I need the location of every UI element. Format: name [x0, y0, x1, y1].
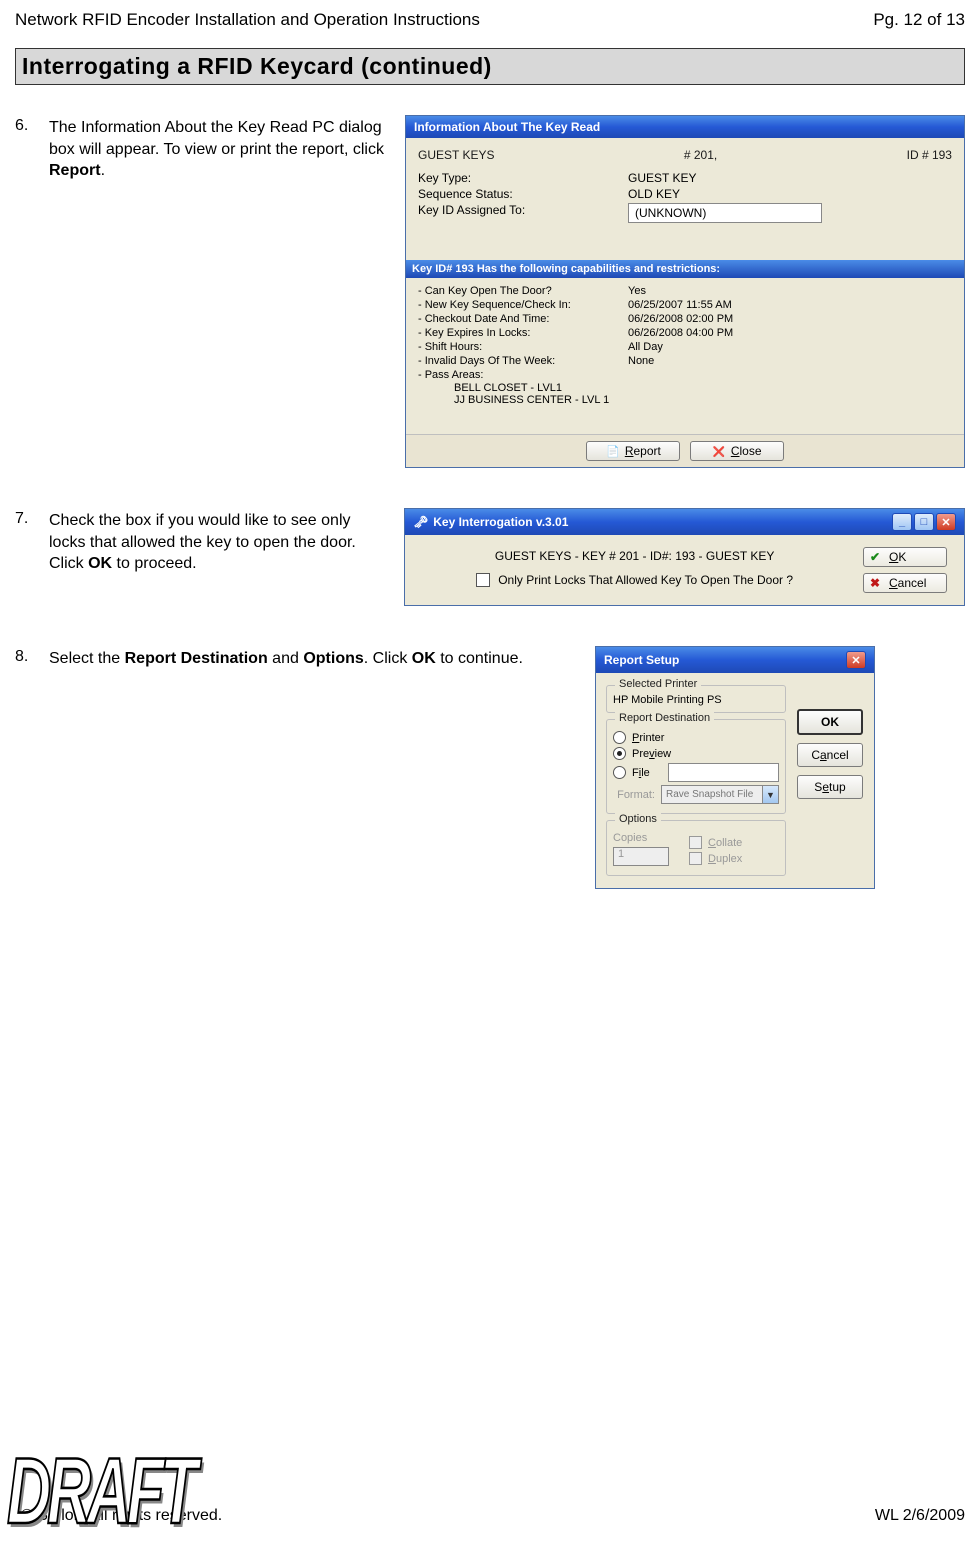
d3-ok-button[interactable]: OK [797, 709, 863, 735]
d3-copies-input[interactable]: 1 [613, 847, 669, 866]
step-8-text: Select the Report Destination and Option… [49, 646, 591, 670]
d1-assigned-label: Key ID Assigned To: [418, 203, 628, 223]
d1-passarea-2: JJ BUSINESS CENTER - LVL 1 [414, 394, 956, 406]
page-number: Pg. 12 of 13 [873, 10, 965, 30]
dialog3-title: Report Setup [604, 653, 679, 667]
d1-assigned-value: (UNKNOWN) [628, 203, 822, 223]
report-button[interactable]: RReporteport [586, 441, 680, 461]
d3-window-close[interactable]: ✕ [846, 651, 866, 669]
d2-msg1: GUEST KEYS - KEY # 201 - ID#: 193 - GUES… [419, 549, 850, 563]
d3-grp-options-legend: Options [615, 813, 661, 825]
dialog2-title: Key Interrogation v.3.01 [433, 515, 568, 529]
d1-seq-label: Sequence Status: [418, 187, 628, 201]
step-6-row: 6. The Information About the Key Read PC… [15, 115, 965, 468]
doc-title: Network RFID Encoder Installation and Op… [15, 10, 480, 30]
d1-seq-value: OLD KEY [628, 187, 680, 201]
d1-guest-keys: GUEST KEYS [418, 148, 494, 162]
step-7-number: 7. [15, 508, 49, 528]
close-icon [712, 444, 726, 458]
d3-grp-printer-legend: Selected Printer [615, 678, 701, 690]
dialog1-title: Information About The Key Read [414, 120, 600, 134]
step-6-number: 6. [15, 115, 49, 135]
x-icon [870, 576, 884, 590]
section-heading: Interrogating a RFID Keycard (continued) [15, 48, 965, 85]
d1-id-no: ID # 193 [907, 148, 952, 162]
step-7-row: 7. Check the box if you would like to se… [15, 508, 965, 606]
step-7-text: Check the box if you would like to see o… [49, 508, 400, 575]
dialog-report-setup: Report Setup ✕ Selected Printer HP Mobil… [595, 646, 875, 889]
dialog3-titlebar: Report Setup ✕ [596, 647, 874, 673]
close-button[interactable]: CloseClose [690, 441, 784, 461]
d3-cancel-button[interactable]: CancelCancel [797, 743, 863, 767]
d2-cancel-button[interactable]: CancelCancel [863, 573, 947, 593]
d3-collate-checkbox[interactable] [689, 836, 702, 849]
chevron-down-icon: ▼ [762, 786, 778, 803]
d3-setup-button[interactable]: SetupSetup [797, 775, 863, 799]
d1-keytype-value: GUEST KEY [628, 171, 696, 185]
window-close-button[interactable]: ✕ [936, 513, 956, 531]
d3-radio-printer[interactable] [613, 731, 626, 744]
dialog-info-key-read: Information About The Key Read GUEST KEY… [405, 115, 965, 468]
key-icon [413, 515, 427, 529]
maximize-button[interactable]: □ [914, 513, 934, 531]
d3-format-combo[interactable]: Rave Snapshot File▼ [661, 785, 779, 804]
d3-printer-name: HP Mobile Printing PS [613, 694, 779, 706]
d3-radio-file[interactable] [613, 766, 626, 779]
d3-duplex-checkbox[interactable] [689, 852, 702, 865]
page-footer: © Saflok. All rights reserved. WL 2/6/20… [15, 1507, 965, 1525]
d2-ok-button[interactable]: OKOK [863, 547, 947, 567]
dialog2-titlebar: Key Interrogation v.3.01 _ □ ✕ [405, 509, 964, 535]
step-8-row: 8. Select the Report Destination and Opt… [15, 646, 965, 889]
d3-radio-preview[interactable] [613, 747, 626, 760]
dialog1-titlebar: Information About The Key Read [406, 116, 964, 138]
d3-file-input[interactable] [668, 763, 779, 782]
d1-keytype-label: Key Type: [418, 171, 628, 185]
d3-grp-dest-legend: Report Destination [615, 712, 714, 724]
minimize-button[interactable]: _ [892, 513, 912, 531]
report-icon [606, 444, 620, 458]
dialog-key-interrogation: Key Interrogation v.3.01 _ □ ✕ GUEST KEY… [404, 508, 965, 606]
check-icon [870, 550, 884, 564]
d2-checkbox[interactable] [476, 573, 490, 587]
step-8-number: 8. [15, 646, 49, 666]
d2-msg2: Only Print Locks That Allowed Key To Ope… [498, 573, 793, 587]
page-header: Network RFID Encoder Installation and Op… [15, 10, 965, 30]
draft-watermark: DRAFT [7, 1438, 193, 1545]
d1-passarea-1: BELL CLOSET - LVL1 [414, 382, 956, 394]
d1-room-no: # 201, [684, 148, 717, 162]
d1-cap-header: Key ID# 193 Has the following capabiliti… [406, 260, 964, 278]
footer-date: WL 2/6/2009 [875, 1507, 965, 1525]
step-6-text: The Information About the Key Read PC di… [49, 115, 401, 182]
